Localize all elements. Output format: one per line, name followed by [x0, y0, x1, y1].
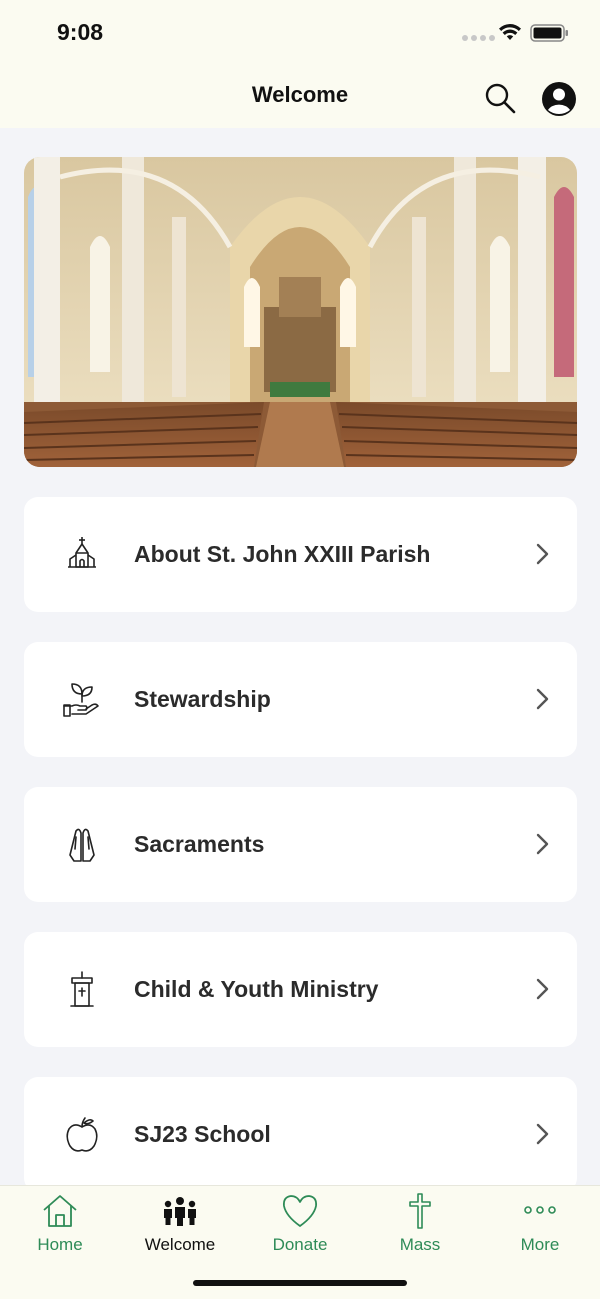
menu-item-about-parish[interactable]: About St. John XXIII Parish: [24, 497, 577, 612]
tab-welcome[interactable]: Welcome: [120, 1186, 240, 1266]
cellular-signal-icon: [462, 35, 495, 41]
home-indicator[interactable]: [193, 1280, 407, 1286]
profile-icon[interactable]: [540, 80, 578, 118]
pulpit-icon: [70, 971, 94, 1007]
people-icon: [164, 1197, 196, 1226]
search-icon[interactable]: [482, 80, 518, 116]
tab-more[interactable]: More: [480, 1186, 600, 1266]
menu-item-school[interactable]: SJ23 School: [24, 1077, 577, 1192]
menu-item-label: SJ23 School: [134, 1121, 271, 1147]
home-icon: [43, 1195, 77, 1227]
top-bar: 9:08 Welcome: [0, 0, 600, 128]
apple-icon: [66, 1117, 98, 1152]
chevron-right-icon: [536, 1123, 549, 1145]
more-dots-icon: [524, 1206, 556, 1214]
status-time: 9:08: [57, 19, 104, 45]
tab-label: More: [520, 1235, 560, 1254]
tab-mass[interactable]: Mass: [360, 1186, 480, 1266]
hand-plant-icon: [63, 683, 99, 717]
heart-icon: [282, 1195, 318, 1227]
tab-home[interactable]: Home: [0, 1186, 120, 1266]
chevron-right-icon: [536, 688, 549, 710]
church-icon: [68, 537, 96, 568]
menu-item-youth-ministry[interactable]: Child & Youth Ministry: [24, 932, 577, 1047]
tab-donate[interactable]: Donate: [240, 1186, 360, 1266]
chevron-right-icon: [536, 833, 549, 855]
tab-label: Home: [37, 1235, 83, 1254]
tab-label: Welcome: [144, 1235, 216, 1254]
menu-item-stewardship[interactable]: Stewardship: [24, 642, 577, 757]
battery-icon: [530, 24, 568, 42]
chevron-right-icon: [536, 543, 549, 565]
menu-item-label: Sacraments: [134, 831, 265, 857]
tab-label: Mass: [399, 1235, 441, 1254]
menu-item-label: About St. John XXIII Parish: [134, 541, 431, 567]
chevron-right-icon: [536, 978, 549, 1000]
cross-icon: [409, 1193, 431, 1229]
wifi-icon: [499, 24, 521, 40]
church-interior-image: [24, 157, 577, 467]
menu-item-label: Child & Youth Ministry: [134, 976, 379, 1002]
tab-label: Donate: [272, 1235, 328, 1254]
menu-item-label: Stewardship: [134, 686, 271, 712]
menu-item-sacraments[interactable]: Sacraments: [24, 787, 577, 902]
praying-hands-icon: [69, 828, 95, 862]
